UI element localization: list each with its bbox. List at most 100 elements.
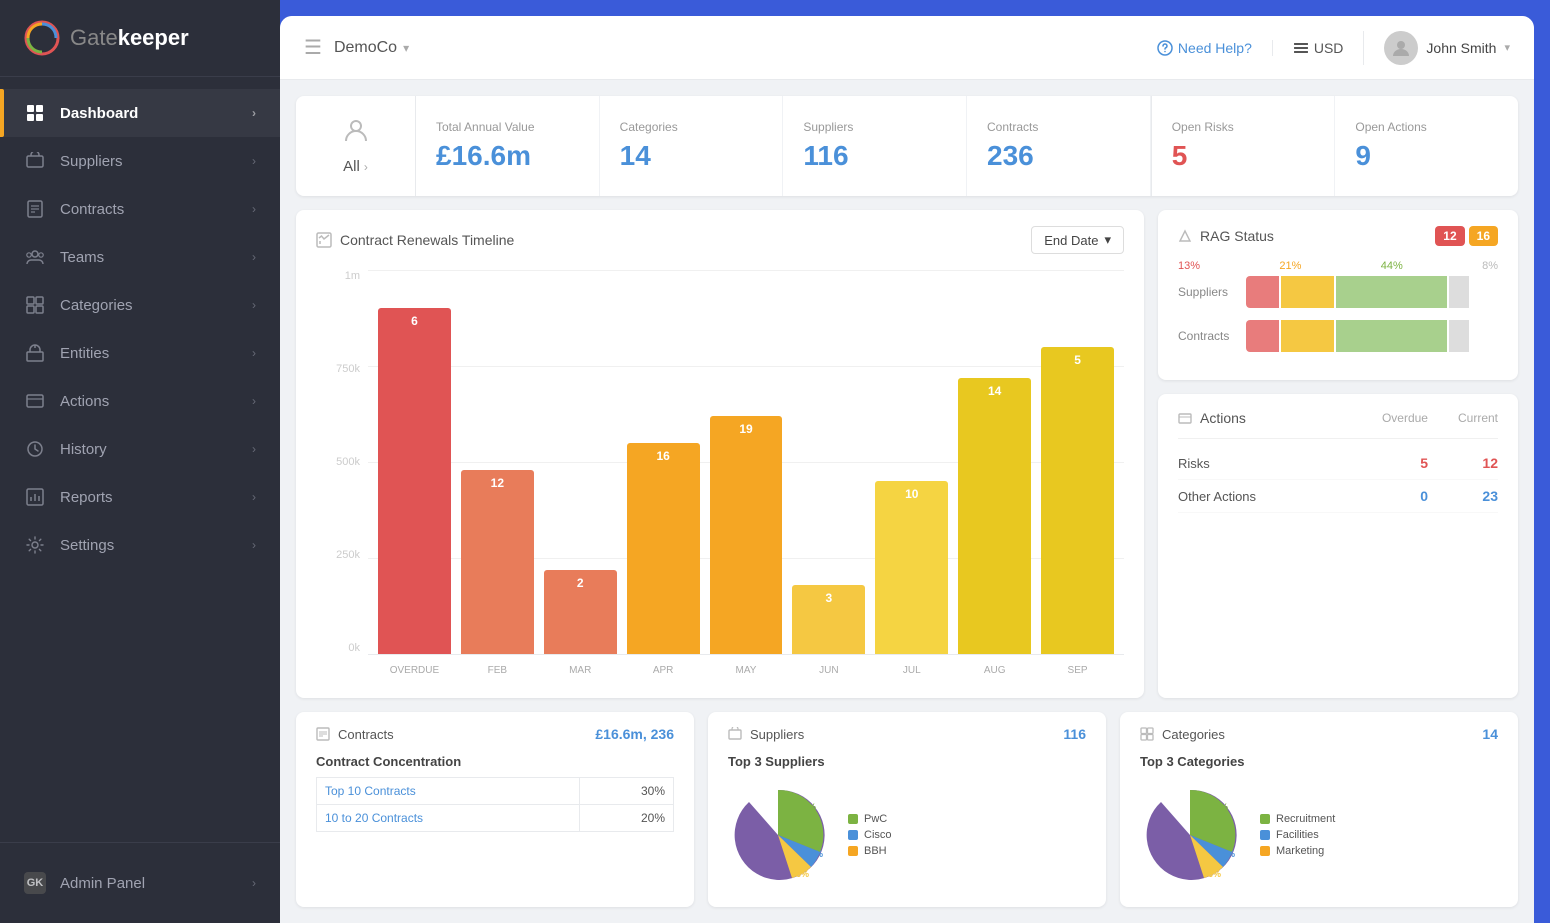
suppliers-card-value: 116 [1063, 726, 1086, 742]
sidebar-item-categories[interactable]: Categories › [0, 281, 280, 329]
sidebar-item-settings[interactable]: Settings › [0, 521, 280, 569]
other-actions-label: Other Actions [1178, 489, 1256, 504]
right-panel: RAG Status 12 16 13% 21% 44% 8 [1158, 210, 1518, 698]
other-actions-values: 0 23 [1398, 488, 1498, 504]
company-name: DemoCo [334, 39, 397, 57]
legend-item: PwC [848, 813, 892, 825]
bar[interactable]: 6 [378, 308, 451, 654]
sidebar-item-actions[interactable]: Actions › [0, 377, 280, 425]
rag-header: RAG Status 12 16 [1178, 226, 1498, 246]
chevron-icon: › [252, 106, 256, 120]
risks-label: Risks [1178, 456, 1210, 471]
table-row: Top 10 Contracts 30% [317, 778, 674, 805]
sidebar-item-suppliers[interactable]: Suppliers › [0, 137, 280, 185]
bar[interactable]: 14 [958, 378, 1031, 654]
actions-icon [24, 390, 46, 412]
legend-item: Marketing [1260, 845, 1335, 857]
bar-group: 12FEB [461, 270, 534, 654]
rag-contracts-row: Contracts [1178, 320, 1498, 352]
suppliers-pie-area: 15% 4% 6% PwC Cisco [728, 777, 1086, 893]
sidebar-item-label: Reports [60, 489, 113, 506]
bar-label: SEP [1068, 665, 1088, 676]
sidebar: Gatekeeper Dashboard › Suppliers › Contr… [0, 0, 280, 923]
rag-suppliers-row: 13% 21% 44% 8% Suppliers [1178, 260, 1498, 308]
sidebar-navigation: Dashboard › Suppliers › Contracts › Team… [0, 77, 280, 842]
rag-contracts-label: Contracts [1178, 329, 1238, 343]
y-label: 250k [316, 549, 360, 561]
user-caret-icon: ▾ [1504, 41, 1510, 54]
suppliers-card-header: Suppliers 116 [728, 726, 1086, 742]
bar-group: 6OVERDUE [378, 270, 451, 654]
sidebar-item-contracts[interactable]: Contracts › [0, 185, 280, 233]
sidebar-item-dashboard[interactable]: Dashboard › [0, 89, 280, 137]
legend-dot [1260, 846, 1270, 856]
bar[interactable]: 2 [544, 570, 617, 654]
actions-table-title: Actions [1178, 410, 1382, 426]
contracts-value: 236 [987, 140, 1130, 172]
sidebar-item-teams[interactable]: Teams › [0, 233, 280, 281]
bar[interactable]: 19 [710, 416, 783, 654]
settings-icon [24, 534, 46, 556]
chevron-icon: › [252, 250, 256, 264]
bar-group: 14AUG [958, 270, 1031, 654]
hamburger-icon[interactable]: ☰ [304, 35, 322, 60]
bar[interactable]: 12 [461, 470, 534, 654]
open-actions-value: 9 [1355, 140, 1498, 172]
avatar [1384, 31, 1418, 65]
bar-group: 5SEP [1041, 270, 1114, 654]
suppliers-card-title: Suppliers [728, 727, 804, 742]
bar[interactable]: 10 [875, 481, 948, 654]
bar-value: 5 [1074, 353, 1081, 367]
sidebar-item-label: Contracts [60, 201, 124, 218]
categories-label: Categories [620, 120, 763, 134]
sidebar-item-history[interactable]: History › [0, 425, 280, 473]
sidebar-item-label: History [60, 441, 107, 458]
rag-gray-pct: 8% [1482, 260, 1498, 272]
bar-label: AUG [984, 665, 1006, 676]
admin-icon: GK [24, 872, 46, 894]
chevron-icon: › [252, 346, 256, 360]
need-help-button[interactable]: Need Help? [1157, 40, 1252, 56]
user-menu[interactable]: John Smith ▾ [1363, 31, 1510, 65]
sidebar-item-reports[interactable]: Reports › [0, 473, 280, 521]
y-label: 750k [316, 363, 360, 375]
bar-group: 16APR [627, 270, 700, 654]
sidebar-item-entities[interactable]: Entities › [0, 329, 280, 377]
rag-badges: 12 16 [1435, 226, 1498, 246]
chevron-icon: › [252, 154, 256, 168]
bar-label: JUL [903, 665, 921, 676]
contracts-card-header: Contracts £16.6m, 236 [316, 726, 674, 742]
svg-text:6%: 6% [796, 869, 809, 879]
suppliers-card: Suppliers 116 [783, 96, 967, 196]
all-arrow-icon: › [364, 160, 368, 174]
currency-selector[interactable]: USD [1272, 40, 1344, 56]
legend-dot [848, 830, 858, 840]
sidebar-item-admin[interactable]: GK Admin Panel › [0, 859, 280, 907]
y-label: 1m [316, 270, 360, 282]
concentration-table: Top 10 Contracts 30% 10 to 20 Contracts … [316, 777, 674, 832]
all-filter-card[interactable]: All › [296, 96, 416, 196]
sidebar-item-label: Dashboard [60, 105, 138, 122]
svg-text:15%: 15% [1210, 802, 1228, 812]
end-date-filter[interactable]: End Date ▾ [1031, 226, 1124, 254]
legend-item: Recruitment [1260, 813, 1335, 825]
categories-value: 14 [620, 140, 763, 172]
legend-item: Cisco [848, 829, 892, 841]
top-categories-title: Top 3 Categories [1140, 754, 1498, 769]
categories-card-value: 14 [1482, 726, 1498, 742]
svg-text:4%: 4% [1222, 849, 1235, 859]
open-actions-card: Open Actions 9 [1335, 96, 1518, 196]
company-selector[interactable]: DemoCo ▾ [334, 39, 409, 57]
bar-label: FEB [488, 665, 507, 676]
chevron-icon: › [252, 876, 256, 890]
bar[interactable]: 5 [1041, 347, 1114, 654]
bar[interactable]: 3 [792, 585, 865, 654]
categories-card-header: Categories 14 [1140, 726, 1498, 742]
bar[interactable]: 16 [627, 443, 700, 654]
sidebar-item-label: Categories [60, 297, 133, 314]
categories-legend: Recruitment Facilities Marketing [1260, 813, 1335, 857]
table-row: 10 to 20 Contracts 20% [317, 805, 674, 832]
categories-bottom-card: Categories 14 Top 3 Categories 15% 4% 6% [1120, 712, 1518, 907]
bar-value: 12 [491, 476, 504, 490]
sidebar-item-label: Suppliers [60, 153, 123, 170]
